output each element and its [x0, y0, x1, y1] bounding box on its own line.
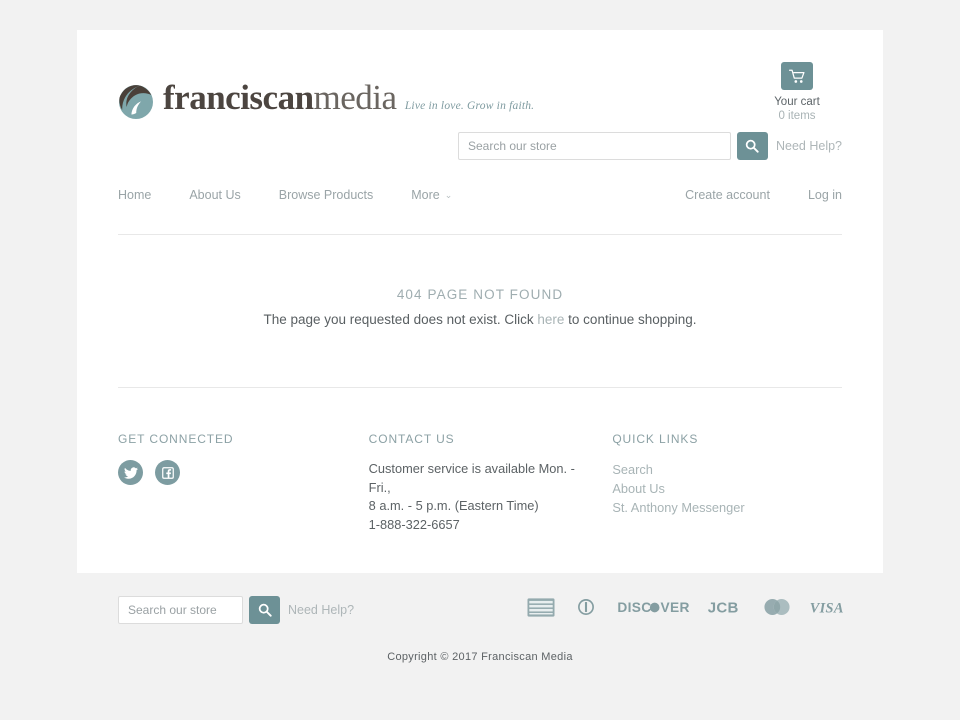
svg-text:VISA: VISA [810, 600, 844, 615]
copyright-text: Copyright © 2017 Franciscan Media [387, 651, 573, 663]
cart-label: Your cart [774, 96, 820, 108]
contact-line: 8 a.m. - 5 p.m. (Eastern Time) [368, 498, 539, 513]
chevron-down-icon: ⌄ [444, 190, 453, 201]
main-navigation: Home About Us Browse Products More ⌄ Crea… [118, 188, 842, 228]
quick-link-search[interactable]: Search [612, 460, 842, 479]
error-message-prefix: The page you requested does not exist. C… [263, 312, 538, 327]
footer-column-contact: CONTACT US Customer service is available… [369, 432, 613, 534]
nav-item-create-account[interactable]: Create account [685, 188, 770, 202]
mastercard-icon [764, 599, 790, 615]
error-content: 404 PAGE NOT FOUND The page you requeste… [118, 235, 842, 381]
franciscan-circle-logo-icon [119, 85, 153, 119]
payment-methods: DISC VER JCB VISA [527, 597, 847, 617]
search-icon [746, 139, 760, 153]
page-title: 404 PAGE NOT FOUND [396, 287, 564, 302]
logo-word-bold: franciscan [163, 78, 314, 117]
shopping-cart-icon [788, 69, 805, 83]
svg-text:DISC: DISC [617, 600, 651, 615]
nav-account-links: Create account Log in [647, 188, 842, 202]
quick-link-about-us[interactable]: About Us [612, 479, 842, 498]
logo-word-light: media [313, 78, 398, 117]
footer-need-help-link[interactable]: Need Help? [288, 603, 354, 617]
contact-line: Fri., [368, 479, 391, 495]
contact-us-title: CONTACT US [368, 432, 455, 446]
footer-search-input[interactable] [118, 596, 243, 624]
get-connected-title: GET CONNECTED [118, 432, 234, 446]
content-container: franciscanmedia Live in love. Grow in fa… [118, 30, 842, 534]
main-card: franciscanmedia Live in love. Grow in fa… [77, 30, 883, 573]
quick-link-st-anthony-messenger[interactable]: St. Anthony Messenger [612, 498, 842, 517]
cart-button[interactable] [781, 62, 813, 90]
nav-item-home[interactable]: Home [118, 188, 151, 202]
continue-shopping-link[interactable]: here [537, 312, 564, 327]
site-header: franciscanmedia Live in love. Grow in fa… [118, 30, 842, 170]
footer-columns: GET CONNECTED CONTACT US Customer servic… [118, 388, 842, 534]
footer-column-quick-links: QUICK LINKS Search About Us St. Anthony … [612, 432, 842, 534]
error-message-suffix: to continue shopping. [564, 312, 697, 327]
discover-icon: DISC VER [617, 600, 690, 615]
bottom-bar: Need Help? DISC VER [0, 573, 960, 720]
quick-links-title: QUICK LINKS [612, 432, 699, 446]
site-logo[interactable]: franciscanmedia Live in love. Grow in fa… [118, 78, 534, 120]
nav-primary-links: Home About Us Browse Products More ⌄ [118, 188, 452, 202]
contact-line: Customer service is available Mon. - [368, 461, 575, 476]
facebook-link[interactable] [155, 460, 180, 485]
social-links [118, 460, 369, 485]
header-search: Need Help? [457, 132, 842, 160]
cart-block[interactable]: Your cart 0 items [752, 62, 842, 123]
logo-wordmark: franciscanmedia Live in love. Grow in fa… [163, 78, 534, 118]
error-message: The page you requested does not exist. C… [118, 312, 842, 327]
page-root: franciscanmedia Live in love. Grow in fa… [0, 0, 960, 720]
nav-item-about-us[interactable]: About Us [189, 188, 240, 202]
bottom-bar-inner: Need Help? DISC VER [77, 573, 883, 720]
footer-column-connect: GET CONNECTED [118, 432, 369, 534]
search-input[interactable] [457, 132, 731, 160]
twitter-icon [123, 466, 138, 479]
nav-item-more-label: More [411, 188, 440, 202]
contact-phone: 1-888-322-6657 [368, 516, 460, 532]
footer-search-submit-button[interactable] [249, 596, 280, 624]
nav-item-log-in[interactable]: Log in [808, 188, 842, 202]
nav-item-browse-products[interactable]: Browse Products [279, 188, 373, 202]
search-icon [258, 603, 272, 617]
logo-tagline: Live in love. Grow in faith. [404, 100, 535, 112]
visa-icon: VISA [810, 600, 844, 615]
search-submit-button[interactable] [736, 132, 768, 160]
diners-club-icon [578, 599, 594, 615]
nav-item-more[interactable]: More ⌄ [411, 188, 452, 202]
facebook-icon [161, 466, 174, 479]
footer-search: Need Help? [118, 596, 354, 624]
twitter-link[interactable] [118, 460, 143, 485]
need-help-link[interactable]: Need Help? [776, 139, 842, 153]
cart-count: 0 items [778, 110, 816, 122]
jcb-icon: JCB [708, 599, 739, 615]
american-express-icon [527, 597, 555, 617]
svg-text:VER: VER [661, 600, 690, 615]
svg-text:JCB: JCB [708, 599, 739, 615]
